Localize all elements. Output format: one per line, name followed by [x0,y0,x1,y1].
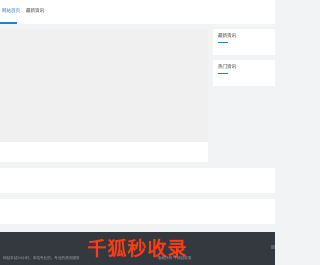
content-strip-2 [0,168,275,193]
main-content-panel [0,29,208,146]
footer: 千狐秒收录 网站本站24小时，本站专业的、专业的资讯服务 版权所有 千网站收录 [0,232,275,265]
latest-news-title: 最新资讯 [218,34,236,39]
content-strip-3 [0,199,275,224]
latest-news-accent [218,42,228,43]
hot-news-title: 热门资讯 [218,65,236,70]
nav-active-indicator [0,22,17,24]
hot-news-accent [218,73,228,74]
footer-text-line-1: 网站本站24小时，本站专业的、专业的资讯服务 [3,256,80,260]
nav-item-home[interactable]: 网站首页 [2,8,20,14]
latest-news-widget: 最新资讯 [213,29,275,55]
footer-text-line-2: 版权所有 千网站收录 [158,256,192,260]
content-strip-1 [0,142,208,162]
top-navigation: 网站首页 最新资讯 [0,0,275,24]
nav-item-latest-news[interactable]: 最新资讯 [26,8,44,14]
back-to-top-button[interactable] [271,245,275,249]
hot-news-widget: 热门资讯 [213,60,275,86]
